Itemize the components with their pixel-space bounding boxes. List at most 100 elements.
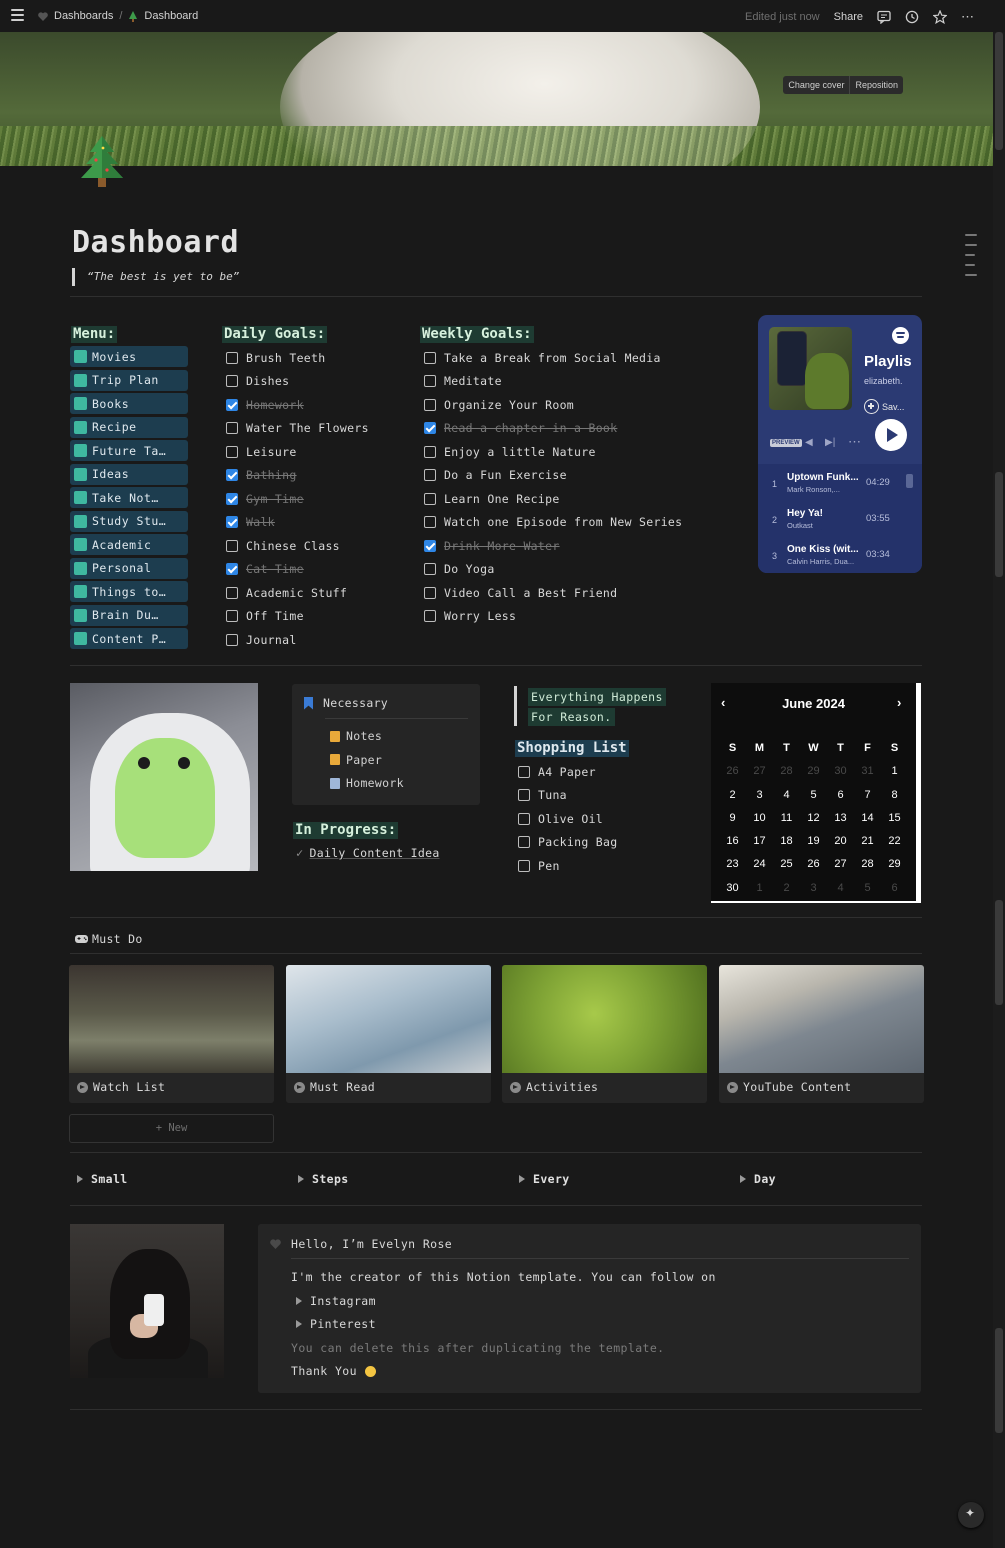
sidebar-toggle-icon[interactable]	[11, 9, 24, 21]
necessary-item[interactable]: Notes	[330, 729, 382, 743]
playlist-owner[interactable]: elizabeth.	[864, 376, 903, 386]
toggle-heading[interactable]: Steps	[298, 1172, 349, 1186]
more-options-icon[interactable]: ⋯	[961, 9, 975, 25]
playlist-title[interactable]: Playlis	[864, 353, 912, 370]
save-button[interactable]: Sav...	[864, 399, 904, 414]
next-month-icon[interactable]: ›	[897, 695, 901, 710]
checklist-item-label[interactable]: Drink More Water	[444, 539, 560, 553]
pinterest-toggle[interactable]: Pinterest	[296, 1317, 376, 1331]
checkbox[interactable]	[226, 469, 238, 482]
calendar-day[interactable]: 5	[800, 784, 827, 807]
menu-item[interactable]: Study Stu…	[70, 510, 188, 532]
new-card-button[interactable]: + New	[69, 1114, 274, 1143]
checkbox[interactable]	[424, 516, 436, 529]
change-cover-button[interactable]: Change cover	[783, 76, 849, 94]
calendar-day[interactable]: 29	[881, 853, 908, 876]
calendar-day[interactable]: 26	[800, 853, 827, 876]
calendar-day[interactable]: 30	[827, 760, 854, 783]
star-icon[interactable]	[933, 10, 947, 24]
menu-item[interactable]: Things to…	[70, 581, 188, 602]
calendar-day[interactable]: 28	[773, 760, 800, 783]
checkbox[interactable]	[226, 563, 238, 576]
scrollbar[interactable]	[993, 32, 1005, 1548]
checkbox[interactable]	[226, 516, 238, 529]
comment-icon[interactable]	[877, 10, 891, 24]
checkbox[interactable]	[226, 398, 238, 411]
toggle-heading[interactable]: Every	[519, 1172, 570, 1186]
track-row[interactable]: 2 Hey Ya! Outkast 03:55	[758, 500, 922, 536]
calendar-day[interactable]: 25	[773, 853, 800, 876]
tree-page-icon[interactable]	[76, 134, 128, 192]
must-do-header[interactable]: Must Do	[74, 932, 143, 946]
checkbox[interactable]	[518, 789, 530, 802]
checkbox[interactable]	[226, 492, 238, 505]
calendar-day[interactable]: 14	[854, 807, 881, 830]
track-row[interactable]: 3 One Kiss (wit... Calvin Harris, Dua... 03…	[758, 536, 922, 572]
instagram-toggle[interactable]: Instagram	[296, 1294, 376, 1308]
checklist-item-label[interactable]: Tuna	[538, 788, 567, 802]
checklist-item-label[interactable]: Bathing	[246, 468, 297, 482]
calendar-day[interactable]: 1	[881, 760, 908, 783]
calendar-day[interactable]: 11	[773, 807, 800, 830]
in-progress-item[interactable]: ✓ Daily Content Idea	[296, 846, 440, 860]
calendar-day[interactable]: 16	[719, 830, 746, 853]
calendar-day[interactable]: 26	[719, 760, 746, 783]
checkbox[interactable]	[226, 633, 238, 646]
checklist-item-label[interactable]: Water The Flowers	[246, 421, 369, 435]
menu-item[interactable]: Movies	[70, 346, 188, 367]
checklist-item-label[interactable]: Gym Time	[246, 492, 304, 506]
menu-item[interactable]: Brain Du…	[70, 604, 188, 626]
calendar-day[interactable]: 7	[854, 784, 881, 807]
checkbox[interactable]	[424, 422, 436, 435]
checkbox[interactable]	[424, 610, 436, 623]
calendar-day[interactable]: 15	[881, 807, 908, 830]
checklist-item-label[interactable]: Dishes	[246, 374, 289, 388]
checkbox[interactable]	[424, 469, 436, 482]
checklist-item-label[interactable]: Cat Time	[246, 562, 304, 576]
checklist-item-label[interactable]: Learn One Recipe	[444, 492, 560, 506]
calendar-day[interactable]: 27	[827, 853, 854, 876]
calendar-day[interactable]: 21	[854, 830, 881, 853]
previous-icon[interactable]: ◀	[805, 437, 813, 448]
calendar-day[interactable]: 24	[746, 853, 773, 876]
menu-item[interactable]: Academic	[70, 534, 188, 555]
toggle-heading[interactable]: Day	[740, 1172, 776, 1186]
calendar-day[interactable]: 30	[719, 877, 746, 900]
play-button[interactable]	[875, 419, 907, 451]
checklist-item-label[interactable]: Olive Oil	[538, 812, 603, 826]
menu-item[interactable]: Trip Plan	[70, 369, 188, 391]
calendar-day[interactable]: 10	[746, 807, 773, 830]
checklist-item-label[interactable]: Leisure	[246, 445, 297, 459]
next-icon[interactable]: ▶|	[825, 437, 835, 448]
checklist-item-label[interactable]: Packing Bag	[538, 835, 617, 849]
checklist-item-label[interactable]: Organize Your Room	[444, 398, 574, 412]
calendar-day[interactable]: 20	[827, 830, 854, 853]
checklist-item-label[interactable]: Journal	[246, 633, 297, 647]
breadcrumb-dashboard[interactable]: Dashboard	[144, 10, 198, 22]
gallery-card[interactable]: Activities	[502, 965, 707, 1103]
checkbox[interactable]	[424, 563, 436, 576]
calendar-day[interactable]: 29	[800, 760, 827, 783]
reposition-button[interactable]: Reposition	[849, 76, 903, 94]
more-icon[interactable]: ⋯	[848, 434, 861, 450]
checklist-item-label[interactable]: A4 Paper	[538, 765, 596, 779]
menu-item[interactable]: Ideas	[70, 463, 188, 485]
calendar-day[interactable]: 12	[800, 807, 827, 830]
gallery-card[interactable]: YouTube Content	[719, 965, 924, 1103]
menu-item[interactable]: Books	[70, 393, 188, 414]
track-row[interactable]: 1 Uptown Funk... Mark Ronson,... 04:29	[758, 464, 922, 500]
checkbox[interactable]	[226, 375, 238, 388]
calendar-day[interactable]: 6	[881, 877, 908, 900]
share-button[interactable]: Share	[834, 11, 863, 23]
checklist-item-label[interactable]: Read a chapter in a Book	[444, 421, 617, 435]
toggle-heading[interactable]: Small	[77, 1172, 128, 1186]
checkbox[interactable]	[226, 610, 238, 623]
checklist-item-label[interactable]: Off Time	[246, 609, 304, 623]
calendar-day[interactable]: 8	[881, 784, 908, 807]
checklist-item-label[interactable]: Watch one Episode from New Series	[444, 515, 682, 529]
calendar-day[interactable]: 3	[746, 784, 773, 807]
checkbox[interactable]	[424, 539, 436, 552]
checklist-item-label[interactable]: Do a Fun Exercise	[444, 468, 567, 482]
checklist-item-label[interactable]: Meditate	[444, 374, 502, 388]
menu-item[interactable]: Future Ta…	[70, 440, 188, 461]
